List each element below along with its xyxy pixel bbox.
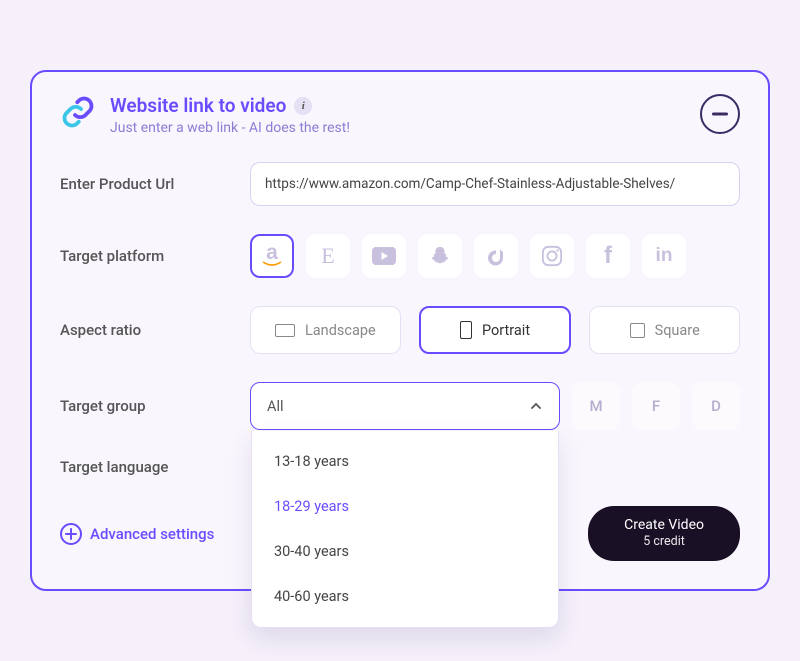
platform-snapchat[interactable] [418,234,462,278]
facebook-icon: f [604,242,612,270]
youtube-icon [372,247,396,265]
create-label: Create Video [624,516,704,534]
square-icon [630,323,645,338]
aspect-portrait[interactable]: Portrait [419,306,572,354]
tiktok-icon [486,245,506,267]
collapse-button[interactable] [700,94,740,134]
etsy-icon: E [321,243,334,269]
group-select[interactable]: All 13-18 years 18-29 years 30-40 years … [250,382,560,430]
advanced-settings-toggle[interactable]: Advanced settings [60,523,214,545]
platform-list: a E f in [250,234,686,278]
platform-tiktok[interactable] [474,234,518,278]
video-link-panel: Website link to video i Just enter a web… [30,70,770,590]
group-row: Target group All 13-18 years 18-29 years… [60,382,740,430]
create-video-button[interactable]: Create Video 5 credit [588,506,740,560]
aspect-square[interactable]: Square [589,306,740,354]
panel-subtitle: Just enter a web link - AI does the rest… [110,120,350,136]
group-label: Target group [60,397,230,415]
platform-instagram[interactable] [530,234,574,278]
portrait-icon [460,321,472,339]
chevron-up-icon [529,399,543,413]
platform-amazon[interactable]: a [250,234,294,278]
aspect-row: Aspect ratio Landscape Portrait Square [60,306,740,354]
plus-icon [60,523,82,545]
minus-icon [712,112,728,116]
form: Enter Product Url Target platform a E [60,162,740,476]
url-row: Enter Product Url [60,162,740,206]
group-dropdown: 13-18 years 18-29 years 30-40 years 40-6… [251,431,559,628]
platform-youtube[interactable] [362,234,406,278]
url-label: Enter Product Url [60,175,230,193]
create-credits: 5 credit [624,534,704,550]
aspect-label: Aspect ratio [60,321,230,339]
panel-header: Website link to video i Just enter a web… [60,94,740,136]
gender-female[interactable]: F [632,382,680,430]
linkedin-icon: in [656,245,673,267]
language-label: Target language [60,458,230,476]
landscape-icon [275,324,295,337]
platform-linkedin[interactable]: in [642,234,686,278]
panel-title: Website link to video [110,94,286,117]
platform-etsy[interactable]: E [306,234,350,278]
product-url-input[interactable] [250,162,740,206]
platform-row: Target platform a E [60,234,740,278]
instagram-icon [541,245,563,267]
group-option-0[interactable]: 13-18 years [252,439,558,484]
snapchat-icon [429,245,451,267]
link-icon [60,94,96,130]
platform-facebook[interactable]: f [586,234,630,278]
group-option-1[interactable]: 18-29 years [252,484,558,529]
group-selected-value: All [267,398,284,415]
group-option-2[interactable]: 30-40 years [252,529,558,574]
header-text: Website link to video i Just enter a web… [110,94,350,136]
amazon-icon: a [261,246,283,267]
group-option-3[interactable]: 40-60 years [252,574,558,619]
aspect-list: Landscape Portrait Square [250,306,740,354]
platform-label: Target platform [60,247,230,265]
gender-diverse[interactable]: D [692,382,740,430]
gender-male[interactable]: M [572,382,620,430]
info-icon[interactable]: i [294,97,312,115]
aspect-landscape[interactable]: Landscape [250,306,401,354]
